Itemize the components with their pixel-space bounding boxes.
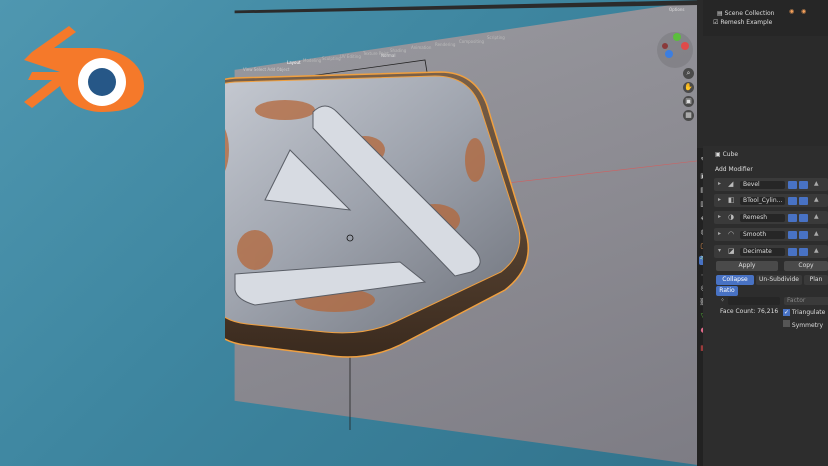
3d-viewport[interactable]: View Select Add Object Layout Modeling S… [225,0,705,466]
decimate-icon: ◪ [728,247,735,255]
symmetry-checkbox[interactable]: Symmetry [783,320,823,329]
modifier-name[interactable]: Remesh [740,214,785,222]
pin-icon[interactable]: ▣ [715,151,721,158]
add-modifier-button[interactable]: Add Modifier [715,166,753,173]
monitor-icon[interactable] [799,181,808,189]
triangulate-label: Triangulate [791,309,826,316]
apply-button[interactable]: Apply [716,261,778,271]
move-up-icon[interactable]: ▲ [814,230,819,237]
camera-icon[interactable] [788,214,797,222]
tab-planar[interactable]: Plan [804,275,828,285]
scene-collection-row[interactable]: ▤ Scene Collection [717,10,828,17]
ratio-field[interactable]: Ratio [716,286,738,296]
scene-collection-label: Scene Collection [724,10,775,17]
smooth-icon: ◠ [728,230,735,238]
modifier-boolean[interactable]: ▸ ◧ BTool_Cylin... ▲ [714,194,828,207]
expand-arrow-icon[interactable]: ▾ [718,247,721,254]
tab-collapse[interactable]: Collapse [716,275,754,285]
checkbox-empty-icon [783,320,790,327]
expand-arrow-icon[interactable]: ▸ [718,213,721,220]
modifier-smooth[interactable]: ▸ ◠ Smooth ▲ [714,228,828,241]
blender-logo-icon [24,26,144,112]
symmetry-label: Symmetry [791,322,824,329]
checkmark-icon: ✓ [783,309,790,316]
camera-icon[interactable] [788,197,797,205]
render-icon[interactable]: ◉ [801,8,806,15]
outliner[interactable]: ▤ Scene Collection ☑ Remesh Example ◉ ◉ [703,0,828,36]
remesh-example-label: Remesh Example [720,19,773,26]
monitor-icon[interactable] [799,214,808,222]
move-up-icon[interactable]: ▲ [814,180,819,187]
object-name-row[interactable]: ▣ Cube [715,151,738,158]
monitor-icon[interactable] [799,248,808,256]
factor-field[interactable]: Factor [784,297,828,305]
checkbox-icon[interactable]: ☑ [713,19,718,26]
expand-arrow-icon[interactable]: ▸ [718,196,721,203]
boolean-icon: ◧ [728,196,735,204]
outliner-empty-area [703,38,828,146]
modifier-name[interactable]: Smooth [740,231,785,239]
tab-un-subdivide[interactable]: Un-Subdivide [756,275,802,285]
vertex-group-icon: ⁘ [720,297,726,304]
camera-eye-icon[interactable]: ◉ [789,8,794,15]
modifier-name[interactable]: Decimate [740,248,785,256]
remesh-example-row[interactable]: ☑ Remesh Example [713,19,828,26]
modifier-name[interactable]: Bevel [740,181,785,189]
modifier-name[interactable]: BTool_Cylin... [740,197,785,205]
camera-icon[interactable] [788,248,797,256]
monitor-icon[interactable] [799,197,808,205]
expand-arrow-icon[interactable]: ▸ [718,230,721,237]
remesh-icon: ◑ [728,213,735,221]
face-count-label: Face Count: 76,216 [720,308,779,315]
triangulate-checkbox[interactable]: ✓ Triangulate [783,309,825,316]
move-up-icon[interactable]: ▲ [814,213,819,220]
modifier-bevel[interactable]: ▸ ◢ Bevel ▲ [714,178,828,191]
modifier-remesh[interactable]: ▸ ◑ Remesh ▲ [714,211,828,224]
bevel-icon: ◢ [728,180,734,188]
monitor-icon[interactable] [799,231,808,239]
collection-icon: ▤ [717,10,723,17]
expand-arrow-icon[interactable]: ▸ [718,180,721,187]
move-up-icon[interactable]: ▲ [814,247,819,254]
modifier-decimate[interactable]: ▾ ◪ Decimate ▲ [714,245,828,258]
copy-button[interactable]: Copy [784,261,828,271]
camera-icon[interactable] [788,181,797,189]
vertex-group-field[interactable] [728,297,780,305]
object-name: Cube [722,151,739,158]
cube-object[interactable] [225,0,705,466]
move-up-icon[interactable]: ▲ [814,196,819,203]
camera-icon[interactable] [788,231,797,239]
